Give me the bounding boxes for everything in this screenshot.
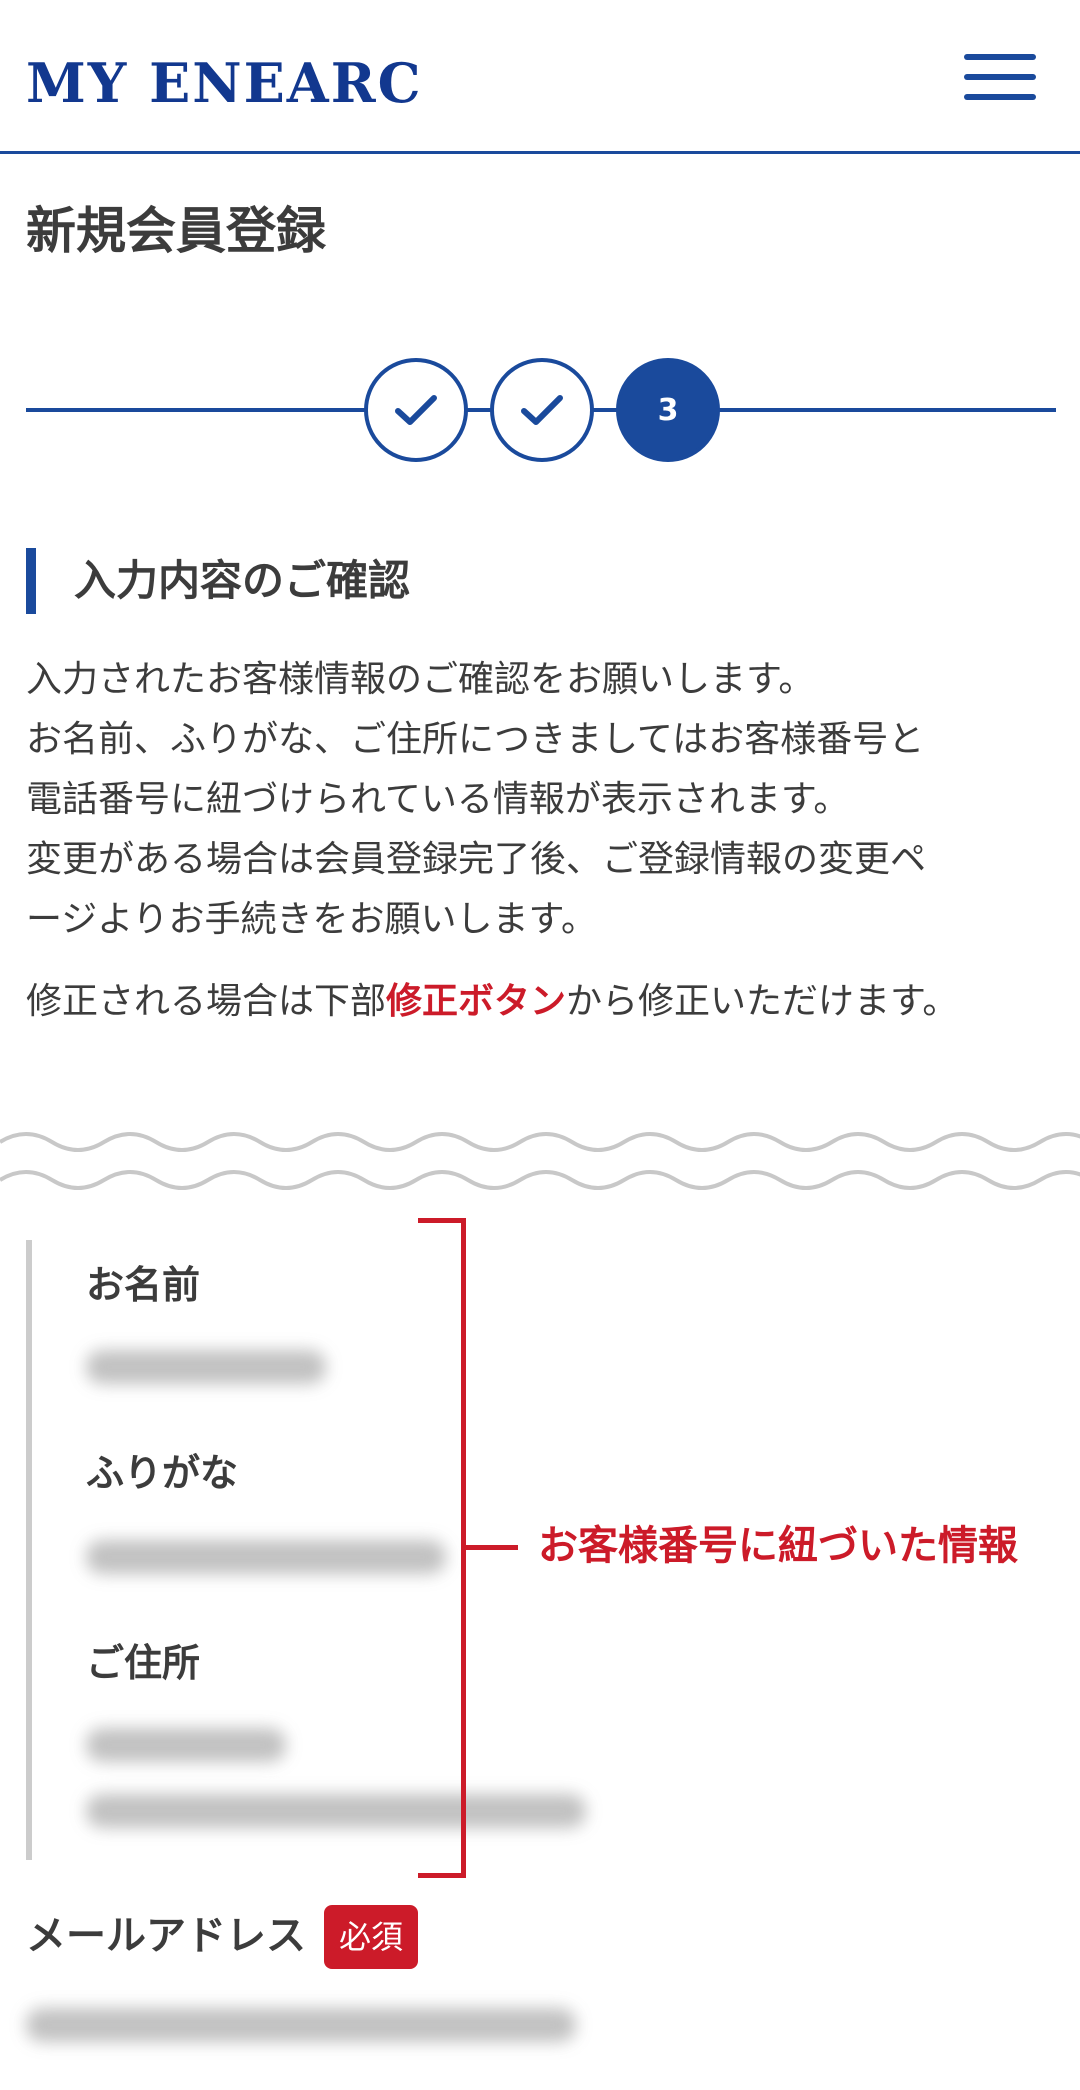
logo[interactable]: MY ENEARC bbox=[26, 50, 423, 116]
step-3-current: 3 bbox=[616, 358, 720, 462]
check-icon bbox=[395, 395, 437, 425]
wave-divider bbox=[0, 1132, 1080, 1190]
edit-button-reference: 修正ボタン bbox=[386, 981, 567, 1022]
required-badge: 必須 bbox=[324, 1905, 418, 1969]
note-text: から修正いただけます。 bbox=[566, 981, 959, 1022]
section-heading: 入力内容のご確認 bbox=[26, 548, 410, 614]
furigana-value-redacted bbox=[86, 1540, 446, 1574]
progress-stepper: 3 bbox=[26, 358, 1056, 462]
description-line: ージよりお手続きをお願いします。 bbox=[26, 899, 597, 940]
description: 入力されたお客様情報のご確認をお願いします。 お名前、ふりがな、ご住所につきまし… bbox=[26, 650, 1056, 950]
email-value-redacted bbox=[26, 2008, 576, 2042]
step-number: 3 bbox=[657, 392, 679, 428]
check-icon bbox=[521, 395, 563, 425]
description-line: 入力されたお客様情報のご確認をお願いします。 bbox=[26, 659, 815, 700]
description-line: 電話番号に紐づけられている情報が表示されます。 bbox=[26, 779, 850, 820]
postal-code-redacted bbox=[86, 1728, 286, 1762]
address-label: ご住所 bbox=[86, 1641, 201, 1685]
page-title: 新規会員登録 bbox=[26, 202, 326, 260]
note-text: 修正される場合は下部 bbox=[26, 981, 387, 1022]
edit-note: 修正される場合は下部修正ボタンから修正いただけます。 bbox=[26, 972, 1056, 1032]
description-line: お名前、ふりがな、ご住所につきましてはお客様番号と bbox=[26, 719, 925, 760]
site-header: MY ENEARC bbox=[0, 0, 1080, 154]
annotation-bracket bbox=[418, 1218, 466, 1878]
annotation-connector bbox=[466, 1545, 518, 1550]
annotation-label: お客様番号に紐づいた情報 bbox=[538, 1523, 1018, 1569]
name-value-redacted bbox=[86, 1350, 326, 1384]
step-2-complete bbox=[490, 358, 594, 462]
name-label: お名前 bbox=[86, 1263, 201, 1307]
address-value-redacted bbox=[86, 1794, 586, 1828]
description-line: 変更がある場合は会員登録完了後、ご登録情報の変更ペ bbox=[26, 839, 927, 880]
furigana-label: ふりがな bbox=[86, 1451, 239, 1495]
step-1-complete bbox=[364, 358, 468, 462]
hamburger-menu-icon[interactable] bbox=[964, 54, 1036, 100]
customer-info-block: お名前 ふりがな ご住所 bbox=[26, 1240, 586, 1860]
email-label: メールアドレス bbox=[26, 1913, 306, 1959]
